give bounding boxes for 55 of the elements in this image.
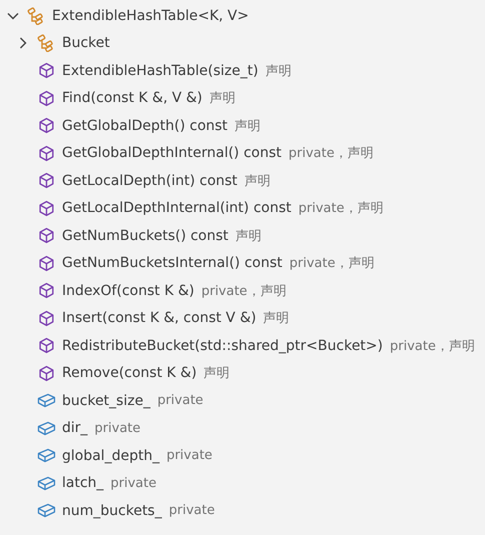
tree-item-label[interactable]: IndexOf(const K &) [62, 282, 194, 299]
tree-item-label[interactable]: num_buckets_ [62, 502, 162, 519]
item-description: private [110, 476, 156, 491]
cube-icon [38, 200, 54, 217]
field-icon [36, 474, 56, 492]
tree-item-label[interactable]: GetGlobalDepth() const [62, 118, 228, 134]
item-description: private [157, 393, 204, 408]
cube-icon [38, 62, 54, 80]
cube-icon [38, 227, 54, 244]
tree-item-label[interactable]: GetNumBucketsInternal() const [62, 255, 282, 272]
item-description: private，声明 [390, 338, 475, 355]
item-description: private，声明 [298, 200, 384, 218]
cube-icon [38, 144, 54, 162]
item-description: private [168, 503, 215, 518]
field-icon [36, 392, 56, 410]
field-icon [36, 502, 56, 520]
cube-icon [38, 172, 54, 190]
item-description: private，声明 [201, 282, 286, 300]
tree-item-label[interactable]: global_depth_ [62, 448, 160, 464]
cube-icon [38, 364, 54, 382]
tree-item-label[interactable]: latch_ [62, 475, 104, 492]
item-description: private [166, 448, 212, 464]
tree-item-label[interactable]: Insert(const K &, const V &) [62, 310, 256, 326]
cube-icon [38, 310, 54, 327]
cube-icon [38, 254, 54, 272]
tree-item-label[interactable]: dir_ [62, 420, 88, 436]
item-description: 声明 [265, 62, 292, 80]
item-description: private [94, 420, 141, 436]
item-description: private，声明 [288, 145, 374, 162]
tree-item-label[interactable]: ExtendibleHashTable(size_t) [62, 62, 258, 79]
field-icon [36, 420, 56, 437]
item-description: 声明 [209, 90, 236, 108]
item-description: 声明 [244, 172, 270, 190]
item-description: 声明 [235, 228, 262, 245]
item-description: 声明 [234, 118, 261, 135]
item-description: 声明 [204, 365, 230, 382]
tree-item-label[interactable]: Find(const K &, V &) [62, 90, 202, 106]
item-description: 声明 [263, 310, 290, 328]
cube-icon [38, 117, 54, 134]
class-icon [27, 6, 45, 25]
class-icon [37, 34, 55, 52]
item-description: private，声明 [289, 255, 374, 272]
cube-icon [38, 282, 54, 300]
tree-item-label[interactable]: GetLocalDepthInternal(int) const [62, 200, 292, 216]
tree-item-label[interactable]: GetNumBuckets() const [62, 228, 228, 244]
cube-icon [38, 337, 54, 354]
tree-item-label[interactable]: GetGlobalDepthInternal() const [62, 145, 282, 162]
tree-item-label[interactable]: RedistributeBucket(std::shared_ptr<Bucket>) [62, 338, 383, 354]
field-icon [36, 447, 56, 464]
tree-item-label[interactable]: Remove(const K &) [62, 365, 197, 382]
tree-item-label[interactable]: GetLocalDepth(int) const [62, 172, 238, 189]
tree-item-label[interactable]: Bucket [62, 35, 110, 52]
tree-item-label[interactable]: ExtendibleHashTable<K, V> [52, 8, 249, 24]
tree-item-label[interactable]: bucket_size_ [62, 392, 150, 409]
cube-icon [38, 90, 54, 107]
